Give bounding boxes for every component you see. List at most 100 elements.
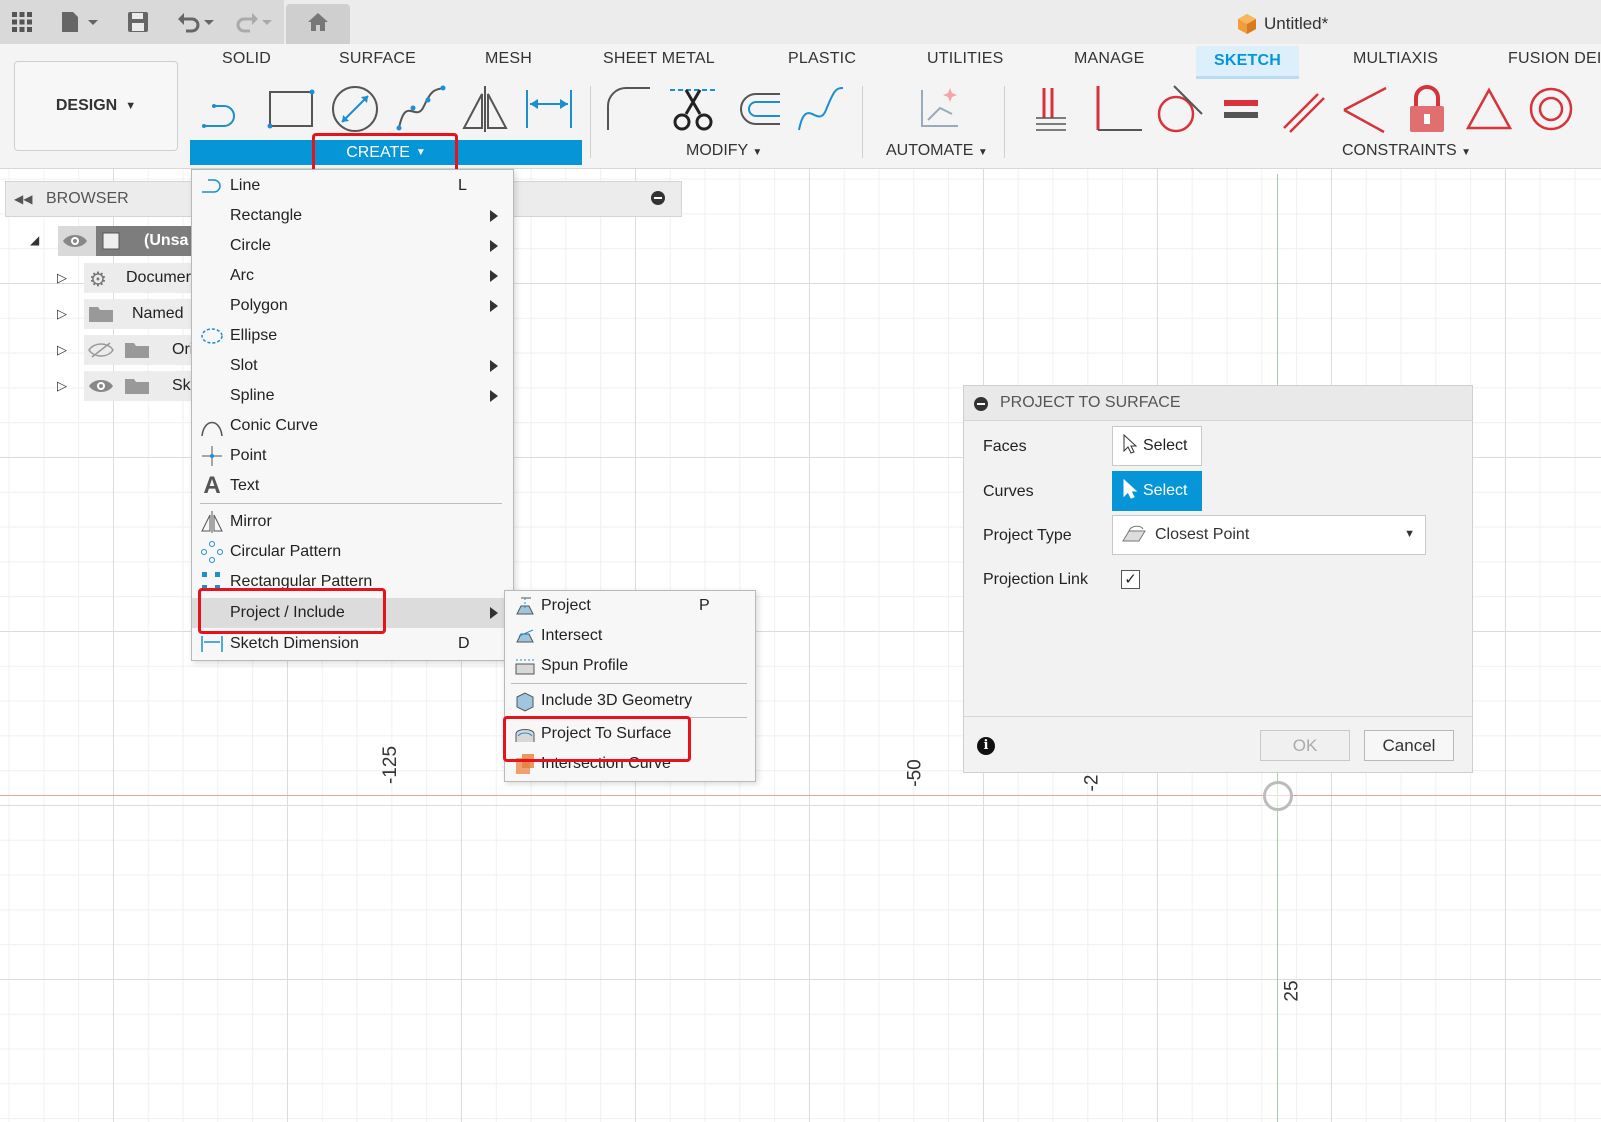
midpoint-constraint-icon[interactable]: [1340, 84, 1390, 134]
file-menu-icon[interactable]: [58, 6, 102, 38]
eye-icon[interactable]: [62, 232, 88, 255]
menu-item-conic-curve[interactable]: Conic Curve: [192, 411, 513, 441]
menu-item-rectangle[interactable]: Rectangle: [192, 201, 513, 231]
mirror-tool-icon[interactable]: [460, 84, 510, 134]
circle-tool-icon[interactable]: [330, 84, 380, 134]
submenu-item-intersection-curve[interactable]: Intersection Curve: [505, 749, 755, 779]
workspace-selector[interactable]: DESIGN ▼: [14, 61, 178, 151]
text-icon: A: [203, 472, 221, 499]
faces-select-label: Select: [1143, 437, 1188, 454]
chevron-down-icon: ▼: [977, 147, 988, 158]
tab-sheet-metal[interactable]: SHEET METAL: [603, 50, 715, 76]
ribbon-separator: [590, 86, 591, 158]
tab-fusion-design-extension[interactable]: FUSION DEI: [1508, 50, 1601, 76]
perpendicular-constraint-icon[interactable]: [1092, 84, 1142, 134]
tab-multiaxis[interactable]: MULTIAXIS: [1353, 50, 1438, 76]
spline-tool-icon[interactable]: [396, 84, 446, 134]
submenu-item-project[interactable]: Project P: [505, 591, 755, 621]
menu-item-arc[interactable]: Arc: [192, 261, 513, 291]
tab-utilities[interactable]: UTILITIES: [927, 50, 1003, 76]
menu-item-slot[interactable]: Slot: [192, 351, 513, 381]
menu-item-sketch-dimension[interactable]: Sketch Dimension D: [192, 629, 513, 659]
expand-triangle-icon[interactable]: ▷: [57, 270, 67, 286]
submenu-item-spun-profile[interactable]: Spun Profile: [505, 651, 755, 681]
expand-triangle-icon[interactable]: ◢: [30, 233, 39, 247]
browser-item-named-views[interactable]: Named: [84, 299, 192, 329]
origin-point[interactable]: [1263, 781, 1293, 811]
submenu-item-label: Intersect: [541, 627, 603, 644]
tab-solid[interactable]: SOLID: [222, 50, 271, 76]
info-icon[interactable]: i: [977, 737, 995, 755]
tab-manage[interactable]: MANAGE: [1074, 50, 1145, 76]
submenu-item-include-3d-geometry[interactable]: Include 3D Geometry: [505, 686, 755, 716]
mirror-icon: [200, 510, 224, 534]
gear-icon: ⚙: [89, 269, 107, 291]
tab-sketch[interactable]: SKETCH: [1196, 46, 1299, 79]
automate-group-dropdown[interactable]: AUTOMATE ▼: [886, 140, 988, 162]
automate-sketch-icon[interactable]: [914, 84, 964, 134]
create-group-dropdown[interactable]: CREATE ▼: [190, 140, 582, 165]
menu-item-point[interactable]: Point: [192, 441, 513, 471]
eye-icon[interactable]: [88, 377, 114, 400]
browser-item-document-settings[interactable]: ⚙ Documer: [84, 263, 192, 293]
redo-icon[interactable]: [232, 6, 276, 38]
menu-item-circular-pattern[interactable]: Circular Pattern: [192, 537, 513, 567]
browser-item-origin[interactable]: Ori: [84, 335, 193, 365]
menu-item-polygon[interactable]: Polygon: [192, 291, 513, 321]
tab-surface[interactable]: SURFACE: [339, 50, 416, 76]
menu-item-text[interactable]: A Text: [192, 471, 513, 501]
undo-icon[interactable]: [174, 6, 218, 38]
fix-lock-constraint-icon[interactable]: [1402, 84, 1452, 134]
cancel-button[interactable]: Cancel: [1364, 730, 1454, 761]
save-icon[interactable]: [124, 6, 152, 38]
projection-link-checkbox[interactable]: ✓: [1121, 570, 1140, 589]
expand-triangle-icon[interactable]: ▷: [57, 378, 67, 394]
equal-constraint-icon[interactable]: [1216, 84, 1266, 134]
conic-curve-icon: [200, 414, 224, 438]
triangle-constraint-icon[interactable]: [1464, 84, 1514, 134]
offset-tool-icon[interactable]: [732, 84, 782, 134]
hidden-eye-icon[interactable]: [88, 341, 114, 364]
panel-minimize-icon[interactable]: [651, 191, 665, 205]
menu-item-rectangular-pattern[interactable]: Rectangular Pattern: [192, 567, 513, 597]
modify-group-dropdown[interactable]: MODIFY ▼: [686, 140, 762, 162]
expand-triangle-icon[interactable]: ▷: [57, 306, 67, 322]
trim-scissors-icon[interactable]: [668, 84, 718, 134]
concentric-constraint-icon[interactable]: [1526, 84, 1576, 134]
coincident-constraint-icon[interactable]: [1030, 84, 1080, 134]
rectangle-tool-icon[interactable]: [266, 84, 316, 134]
submenu-item-label: Project: [541, 597, 591, 614]
dialog-collapse-icon[interactable]: [974, 397, 988, 411]
menu-item-spline[interactable]: Spline: [192, 381, 513, 411]
collapse-arrows-icon[interactable]: ◀◀: [14, 192, 32, 206]
project-type-dropdown[interactable]: Closest Point ▼: [1112, 515, 1426, 555]
submenu-item-intersect[interactable]: Intersect: [505, 621, 755, 651]
menu-item-line[interactable]: Line L: [192, 171, 513, 201]
browser-root-item[interactable]: (Unsa: [58, 226, 192, 256]
ellipse-icon: [200, 324, 224, 348]
curves-select-button[interactable]: Select: [1112, 471, 1202, 511]
line-tool-icon[interactable]: [200, 84, 250, 134]
menu-item-mirror[interactable]: Mirror: [192, 507, 513, 537]
menu-item-project-include[interactable]: Project / Include: [192, 598, 513, 628]
ok-button[interactable]: OK: [1260, 730, 1350, 761]
tab-mesh[interactable]: MESH: [485, 50, 532, 76]
sketch-dimension-tool-icon[interactable]: [524, 84, 574, 134]
parallel-constraint-icon[interactable]: [1278, 84, 1328, 134]
fillet-tool-icon[interactable]: [604, 84, 654, 134]
tab-plastic[interactable]: PLASTIC: [788, 50, 856, 76]
expand-triangle-icon[interactable]: ▷: [57, 342, 67, 358]
faces-select-button[interactable]: Select: [1112, 426, 1202, 466]
submenu-item-project-to-surface[interactable]: Project To Surface: [505, 719, 755, 749]
menu-item-ellipse[interactable]: Ellipse: [192, 321, 513, 351]
project-to-surface-icon: [513, 722, 537, 746]
curves-label: Curves: [983, 483, 1034, 500]
constraints-group-dropdown[interactable]: CONSTRAINTS ▼: [1342, 140, 1471, 162]
menu-item-circle[interactable]: Circle: [192, 231, 513, 261]
browser-item-sketches[interactable]: Sk: [84, 371, 192, 401]
apps-grid-icon[interactable]: [6, 6, 38, 38]
chevron-down-icon: ▼: [415, 147, 426, 158]
tangent-constraint-icon[interactable]: [1154, 84, 1204, 134]
home-tab[interactable]: [286, 4, 350, 44]
sketch-scale-curve-icon[interactable]: [796, 84, 846, 134]
